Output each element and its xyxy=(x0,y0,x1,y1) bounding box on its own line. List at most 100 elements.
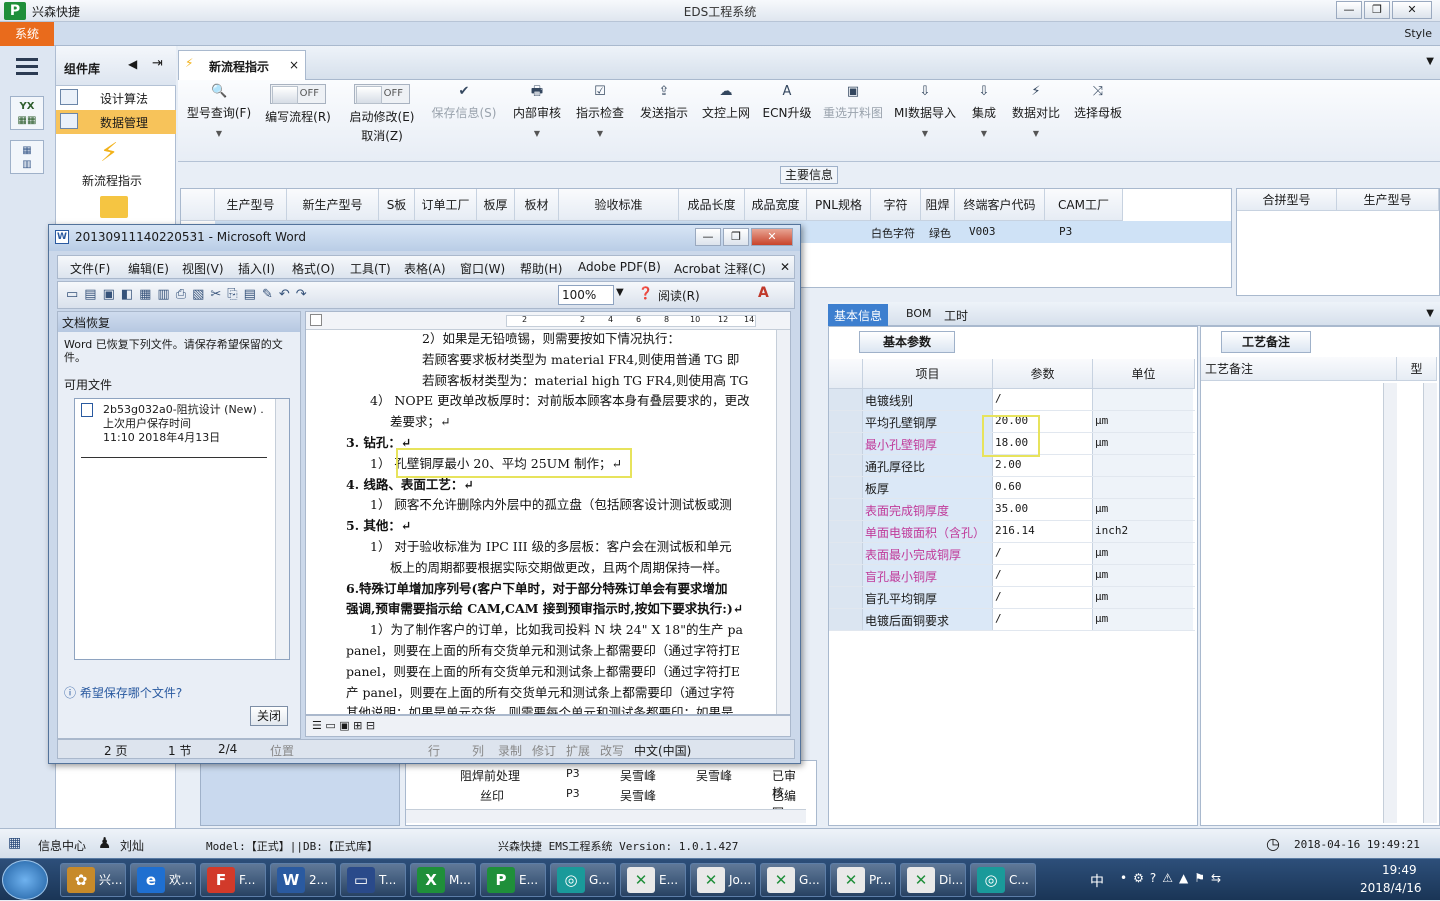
tab-bom[interactable]: BOM xyxy=(900,304,938,326)
menu-adobe-pdf[interactable]: Adobe PDF(B) xyxy=(578,260,661,274)
row-selector[interactable] xyxy=(829,411,863,432)
data-compare-button[interactable]: ⚡ 数据对比 ▼ xyxy=(1008,84,1064,160)
tab-process-notes[interactable]: 工艺备注 xyxy=(1221,331,1311,353)
row-selector[interactable] xyxy=(829,389,863,410)
taskbar-item[interactable]: P E... xyxy=(480,863,546,897)
menu-close-icon[interactable]: ✕ xyxy=(780,260,790,274)
info-center-link[interactable]: 信息中心 xyxy=(38,837,86,854)
row-selector[interactable] xyxy=(829,587,863,608)
internal-review-button[interactable]: 🖶 内部审核 ▼ xyxy=(510,84,564,160)
taskbar-item[interactable]: ✕ Jo... xyxy=(690,863,756,897)
param-value[interactable]: 35.00 xyxy=(993,499,1093,520)
word-minimize-button[interactable]: — xyxy=(695,228,721,246)
row-selector[interactable] xyxy=(829,543,863,564)
recovered-file-item[interactable]: 2b53g032a0-阻抗设计 (New) . 上次用户保存时间 11:10 2… xyxy=(81,403,264,453)
param-row[interactable]: 电镀线别 / xyxy=(829,389,1195,411)
vertical-scrollbar[interactable] xyxy=(1383,383,1397,823)
param-value[interactable]: / xyxy=(993,543,1093,564)
menu-format[interactable]: 格式(O) xyxy=(292,260,335,277)
param-value[interactable]: / xyxy=(993,565,1093,586)
maximize-button[interactable]: ❐ xyxy=(1364,1,1390,19)
reselect-cutting-button[interactable]: ▣ 重选开料图 xyxy=(818,84,888,160)
ecn-upgrade-button[interactable]: A ECN升级 xyxy=(760,84,814,160)
calculator-module-icon[interactable]: ▦ ▥ xyxy=(10,140,44,174)
select-motherboard-button[interactable]: ⤨ 选择母板 xyxy=(1070,84,1126,160)
start-modify-toggle[interactable]: OFF 启动修改(E) 取消(Z) xyxy=(344,84,420,160)
param-row[interactable]: 盲孔最小铜厚 / μm xyxy=(829,565,1195,587)
param-value[interactable]: 2.00 xyxy=(993,455,1093,476)
taskbar-item[interactable]: ✕ Pr... xyxy=(830,863,896,897)
menu-help[interactable]: 帮助(H) xyxy=(520,260,562,277)
taskbar-item[interactable]: W 2... xyxy=(270,863,336,897)
hamburger-menu-icon[interactable] xyxy=(16,58,38,76)
collapse-left-icon[interactable]: ◀ xyxy=(128,57,137,71)
mi-import-button[interactable]: ⇩ MI数据导入 ▼ xyxy=(892,84,958,160)
param-value[interactable]: / xyxy=(993,389,1093,410)
view-buttons[interactable]: ☰ ▭ ▣ ⊞ ⊟ xyxy=(305,715,791,737)
taskbar-item[interactable]: ▭ T... xyxy=(340,863,406,897)
model-query-button[interactable]: 🔍 型号查询(F) ▼ xyxy=(184,84,254,160)
row-selector[interactable] xyxy=(829,499,863,520)
send-instruction-button[interactable]: ⇪ 发送指示 xyxy=(636,84,692,160)
menu-window[interactable]: 窗口(W) xyxy=(460,260,505,277)
param-value[interactable]: / xyxy=(993,587,1093,608)
param-value[interactable]: 0.60 xyxy=(993,477,1093,498)
start-button[interactable] xyxy=(2,860,48,900)
help-icon[interactable]: ❓ xyxy=(638,286,653,300)
comp-item-design-algorithm[interactable]: 设计算法 xyxy=(56,86,176,110)
font-color-icon[interactable]: A xyxy=(758,285,769,301)
row-selector[interactable] xyxy=(829,455,863,476)
ime-indicator[interactable]: 中 xyxy=(1090,871,1104,891)
taskbar-item[interactable]: ✕ Di... xyxy=(900,863,966,897)
taskbar-item[interactable]: F F... xyxy=(200,863,266,897)
menu-table[interactable]: 表格(A) xyxy=(404,260,446,277)
recovery-close-button[interactable]: 关闭 xyxy=(250,706,288,726)
list-item[interactable]: 阻焊前处理 P3 吴雪峰 吴雪峰 已审核 xyxy=(406,767,802,800)
close-button[interactable]: ✕ xyxy=(1392,1,1432,19)
vertical-scrollbar[interactable] xyxy=(776,330,790,714)
row-selector[interactable] xyxy=(829,433,863,454)
instruction-check-button[interactable]: ☑ 指示检查 ▼ xyxy=(572,84,628,160)
chevron-down-icon[interactable]: ▼ xyxy=(616,287,624,298)
save-info-button[interactable]: ✔ 保存信息(S) xyxy=(428,84,500,160)
clock-time[interactable]: 19:49 xyxy=(1382,863,1417,877)
new-flow-link[interactable]: 新流程指示 xyxy=(82,172,142,189)
doc-control-online-button[interactable]: ☁ 文控上网 xyxy=(698,84,754,160)
chevron-down-icon[interactable]: ▼ xyxy=(1426,56,1434,67)
word-close-button[interactable]: ✕ xyxy=(751,228,793,246)
taskbar-item[interactable]: e 欢... xyxy=(130,863,196,897)
row-selector[interactable] xyxy=(829,565,863,586)
help-link[interactable]: ⓘ 希望保存哪个文件? xyxy=(64,684,182,701)
tab-stop-icon[interactable] xyxy=(310,314,322,326)
param-row[interactable]: 板厚 0.60 xyxy=(829,477,1195,499)
taskbar-item[interactable]: ✕ E... xyxy=(620,863,686,897)
menu-view[interactable]: 视图(V) xyxy=(182,260,224,277)
clock-date[interactable]: 2018/4/16 xyxy=(1360,881,1422,895)
row-selector[interactable] xyxy=(829,609,863,630)
tab-basic-info[interactable]: 基本信息 xyxy=(828,304,889,326)
param-row[interactable]: 通孔厚径比 2.00 xyxy=(829,455,1195,477)
param-value[interactable]: / xyxy=(993,609,1093,630)
minimize-button[interactable]: — xyxy=(1336,1,1362,19)
taskbar-item[interactable]: ✕ G... xyxy=(760,863,826,897)
toolbar-icons[interactable]: ▭▤▣◧▦▥⎙▧✂⎘▤✎↶↷ xyxy=(66,287,313,302)
param-row[interactable]: 表面最小完成铜厚 / μm xyxy=(829,543,1195,565)
yx-module-icon[interactable]: YX ▦▦ xyxy=(10,96,44,130)
taskbar-item[interactable]: X M... xyxy=(410,863,476,897)
taskbar-item[interactable]: ◎ C... xyxy=(970,863,1036,897)
row-selector[interactable] xyxy=(829,521,863,542)
lightning-icon[interactable]: ⚡ xyxy=(100,138,118,168)
pin-icon[interactable]: ⇥ xyxy=(152,56,163,71)
list-item[interactable]: 丝印 P3 吴雪峰 已编写 xyxy=(406,787,802,820)
horizontal-scrollbar[interactable] xyxy=(406,809,806,823)
tab-hours[interactable]: 工时 xyxy=(938,304,974,326)
menu-insert[interactable]: 插入(I) xyxy=(238,260,275,277)
word-maximize-button[interactable]: ❐ xyxy=(723,228,749,246)
menu-file[interactable]: 文件(F) xyxy=(70,260,110,277)
comp-item-data-management[interactable]: 数据管理 xyxy=(56,110,176,134)
tab-new-flow[interactable]: ⚡ 新流程指示 × xyxy=(178,50,306,80)
system-button[interactable]: 系统 xyxy=(0,22,54,46)
param-row[interactable]: 表面完成铜厚度 35.00 μm xyxy=(829,499,1195,521)
vertical-scrollbar[interactable] xyxy=(1423,383,1437,823)
tray-icons[interactable]: •⚙?⚠▲⚑⇆ xyxy=(1120,871,1227,885)
